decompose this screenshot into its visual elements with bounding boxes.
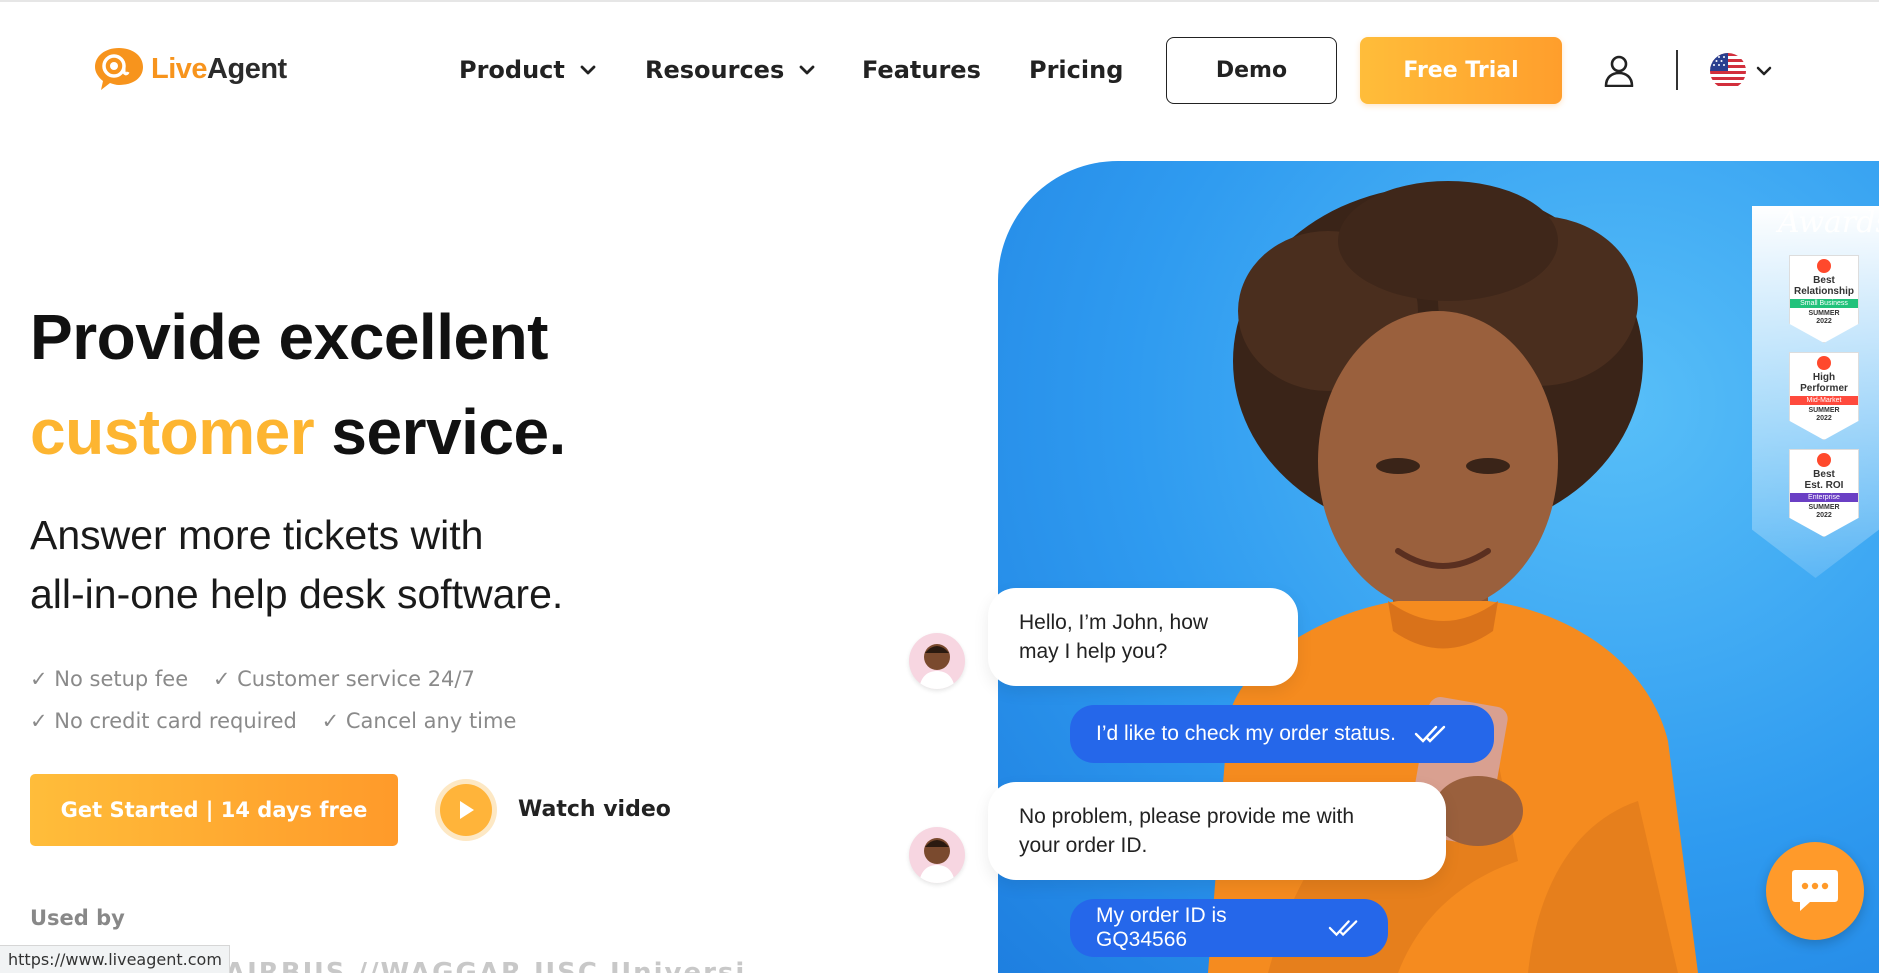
chat-bubble-icon [1792, 870, 1838, 911]
message-text: Hello, I’m John, how [1019, 611, 1209, 634]
check-item: ✓ No setup fee [30, 667, 189, 691]
user-message: I’d like to check my order status. [1070, 705, 1494, 763]
subhead-line2: all-in-one help desk software. [30, 571, 564, 617]
badge-segment: Enterprise [1790, 493, 1858, 502]
top-border [0, 0, 1879, 2]
used-by-label: Used by [30, 906, 125, 930]
free-trial-button[interactable]: Free Trial [1360, 37, 1562, 104]
message-text: your order ID. [1019, 834, 1148, 857]
get-started-button[interactable]: Get Started | 14 days free [30, 774, 398, 846]
badge-season: SUMMER [1808, 407, 1840, 414]
badge-segment: Mid-Market [1790, 396, 1858, 405]
feature-checklist: ✓ No setup fee ✓ Customer service 24/7 ✓… [30, 658, 534, 742]
nav-product[interactable]: Product [459, 50, 597, 90]
badge-title: Best [1813, 469, 1835, 480]
speech-bubble-at-icon [91, 44, 147, 94]
nav-resources-label: Resources [645, 56, 785, 84]
chevron-down-icon [799, 65, 815, 75]
badge-season: SUMMER [1808, 310, 1840, 317]
agent-avatar [909, 633, 965, 689]
hero-subheading: Answer more tickets with all-in-one help… [30, 506, 563, 624]
liveagent-logo[interactable]: LiveAgent [91, 44, 287, 94]
badge-year: 2022 [1816, 512, 1832, 519]
nav-features[interactable]: Features [862, 50, 981, 90]
watch-video-link[interactable]: Watch video [518, 797, 671, 822]
demo-button[interactable]: Demo [1166, 37, 1337, 104]
check-item: ✓ No credit card required [30, 709, 297, 733]
headline-rest: service. [314, 396, 566, 468]
message-text: No problem, please provide me with [1019, 805, 1354, 828]
user-account-icon[interactable] [1604, 55, 1634, 87]
double-check-icon [1328, 920, 1358, 937]
nav-resources[interactable]: Resources [645, 50, 816, 90]
hero-headline: Provide excellent customer service. [30, 290, 566, 480]
badge-title: Performer [1800, 383, 1848, 394]
g2-logo-icon [1817, 453, 1831, 467]
double-check-icon [1414, 725, 1446, 743]
check-item: ✓ Customer service 24/7 [212, 667, 475, 691]
badge-year: 2022 [1816, 318, 1832, 325]
message-text: I’d like to check my order status. [1096, 722, 1396, 745]
status-bar-url: https://www.liveagent.com [0, 945, 230, 973]
headline-highlight: customer [30, 396, 315, 468]
nav-features-label: Features [862, 56, 981, 84]
badge-title: Best [1813, 275, 1835, 286]
badge-title: Est. ROI [1804, 480, 1844, 491]
header-divider [1676, 50, 1678, 90]
logo-wordmark: LiveAgent [151, 52, 287, 85]
chevron-down-icon[interactable] [1755, 62, 1773, 80]
headline-line1: Provide excellent [30, 301, 548, 373]
chevron-down-icon [580, 65, 596, 75]
agent-message: No problem, please provide me with your … [988, 782, 1446, 880]
g2-logo-icon [1817, 259, 1831, 273]
play-icon[interactable] [440, 784, 492, 836]
nav-product-label: Product [459, 56, 565, 84]
message-text: My order ID is GQ34566 [1096, 904, 1227, 951]
agent-avatar [909, 827, 965, 883]
badge-title: Relationship [1793, 286, 1854, 297]
nav-pricing-label: Pricing [1029, 56, 1124, 84]
check-item: ✓ Cancel any time [321, 709, 517, 733]
badge-season: SUMMER [1808, 504, 1840, 511]
us-flag-icon[interactable] [1710, 53, 1746, 89]
g2-logo-icon [1817, 356, 1831, 370]
subhead-line1: Answer more tickets with [30, 512, 484, 558]
awards-title: Awards [1778, 205, 1879, 240]
chat-launcher-button[interactable] [1766, 842, 1864, 940]
badge-year: 2022 [1816, 415, 1832, 422]
badge-title: High [1812, 372, 1836, 383]
user-message: My order ID is GQ34566 [1070, 899, 1388, 957]
client-logos: AIRBUS //WAGGAR USC University of [225, 958, 745, 973]
nav-pricing[interactable]: Pricing [1029, 50, 1123, 90]
agent-message: Hello, I’m John, how may I help you? [988, 588, 1298, 686]
message-text: may I help you? [1019, 640, 1168, 663]
badge-segment: Small Business [1790, 299, 1858, 308]
